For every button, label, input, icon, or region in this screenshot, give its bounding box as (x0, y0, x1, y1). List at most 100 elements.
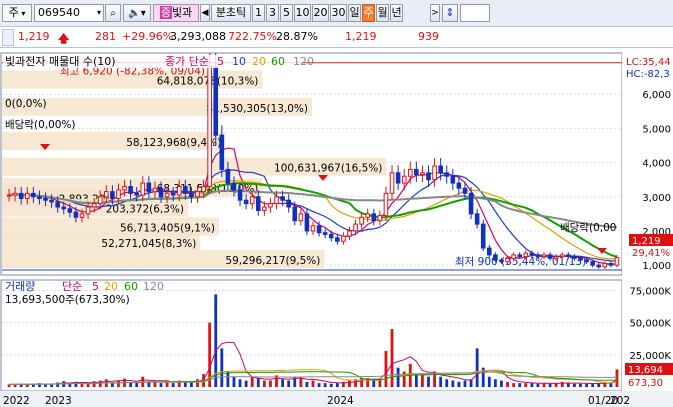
volume-profile-label: 81,530,305(13,0%) (206, 103, 308, 115)
candle-body (79, 213, 85, 218)
current-pct-tag: 29,41% (632, 248, 670, 259)
volume-bar (25, 384, 29, 387)
volume-bar (117, 380, 120, 387)
volume-bar (323, 383, 327, 387)
candle-body (49, 199, 54, 203)
candle-body (255, 196, 261, 211)
volume-bar (311, 380, 315, 387)
volume-bar (220, 348, 224, 387)
prev-price: 939 (418, 30, 439, 43)
candle-body (486, 247, 492, 256)
volume-bar (427, 376, 430, 387)
chart-area[interactable]: 6,000 5,000 4,000 3,000 2,000 1,000 75,000K 50,… (0, 52, 673, 407)
candle-body (426, 172, 431, 181)
volume-pct: 722.75% (228, 30, 277, 43)
scroll-updown-button[interactable]: ⇕ (442, 4, 458, 22)
change-pct: +29.96% (122, 30, 174, 43)
volume-bar (439, 376, 443, 387)
volume-bar (463, 380, 467, 387)
price-candle (207, 52, 212, 194)
price-tick-label: 4,000 (642, 159, 671, 170)
candle-body (335, 237, 340, 242)
price-candle (480, 219, 486, 252)
candle-body (559, 254, 565, 258)
volume-bar (487, 376, 491, 387)
candle-body (377, 215, 383, 222)
volume-bar (548, 383, 552, 387)
candle-body (474, 213, 480, 225)
name-badge[interactable]: 증빛과 (153, 4, 199, 22)
volume-ma-period-label: 20 (104, 280, 118, 293)
price-volume-chart[interactable]: 6,0005,0004,0003,0002,0001,00075,000K50,… (0, 52, 673, 407)
candle-body (110, 191, 115, 199)
next-period-button[interactable]: > (430, 4, 440, 22)
candle-body (602, 262, 608, 268)
candle-body (152, 187, 158, 193)
period-button-9[interactable]: 월 (376, 4, 389, 22)
candle-body (493, 254, 498, 261)
price-tick-label: 6,000 (642, 90, 671, 101)
candle-body (414, 168, 419, 176)
candle-body (371, 213, 377, 222)
volume-bar (317, 383, 321, 387)
candle-body (322, 232, 328, 235)
blank-field[interactable] (460, 4, 490, 22)
candle-body (24, 192, 30, 199)
period-button-4[interactable]: 10 (294, 4, 311, 22)
period-button-3[interactable]: 5 (280, 4, 293, 22)
volume-bar (500, 380, 503, 387)
volume-bar (536, 383, 540, 387)
period-button-7[interactable]: 일 (348, 4, 361, 22)
volume-bar (305, 381, 309, 387)
volume-bar (135, 382, 139, 387)
volume-bar (360, 377, 364, 387)
period-button-2[interactable]: 3 (266, 4, 279, 22)
candle-body (189, 192, 194, 198)
candle-body (231, 182, 237, 191)
code-input[interactable]: 069540 ▾ (34, 4, 104, 22)
volume-bar (335, 383, 339, 387)
candle-body (547, 254, 553, 259)
volume-bar (238, 379, 242, 387)
candle-body (584, 259, 589, 263)
candle-body (158, 187, 164, 198)
price-tick-label: 5,000 (642, 124, 671, 135)
volume-bar (348, 380, 351, 387)
candle-body (274, 196, 279, 205)
candle-body (164, 192, 170, 198)
volume-bar (196, 379, 199, 387)
volume-bar (421, 375, 424, 387)
turnover: 28.87% (276, 30, 318, 43)
period-button-10[interactable]: 년 (390, 4, 403, 22)
volume-ma-label: 단순 (62, 280, 82, 293)
badge-mark: 증 (159, 6, 172, 19)
candle-body (529, 252, 535, 256)
candle-body (195, 191, 200, 198)
candle-body (480, 223, 486, 249)
candle-body (578, 257, 583, 261)
market-select[interactable]: 주 ▾ (2, 4, 32, 22)
prev-period-button[interactable]: ◀ (200, 4, 210, 22)
period-button-1[interactable]: 1 (252, 4, 265, 22)
y-axis-background (622, 53, 673, 395)
volume-bar (190, 382, 193, 387)
candle-body (450, 175, 456, 184)
sound-button[interactable]: 🔈▾ (123, 4, 151, 22)
stock-name: 빛과 (171, 6, 193, 19)
volume-bar (250, 376, 254, 387)
candle-body (517, 254, 522, 258)
period-button-0[interactable]: 분초틱 (211, 4, 251, 22)
lc-label: LC:35,44 (626, 57, 671, 68)
period-button-6[interactable]: 30 (330, 4, 347, 22)
price-ma-period-label: 120 (293, 55, 314, 68)
period-button-8[interactable]: 주 (362, 4, 375, 22)
volume-bar (159, 383, 163, 387)
candle-body (444, 172, 450, 177)
code-value: 069540 (38, 6, 80, 19)
dividend-note-2: 배당락(0,00 (560, 222, 616, 234)
period-button-5[interactable]: 20 (312, 4, 329, 22)
candle-body (122, 186, 127, 191)
volume-value: 3,293,088 (170, 30, 226, 43)
candle-body (55, 201, 60, 208)
search-button[interactable]: ⌕ (105, 4, 121, 22)
